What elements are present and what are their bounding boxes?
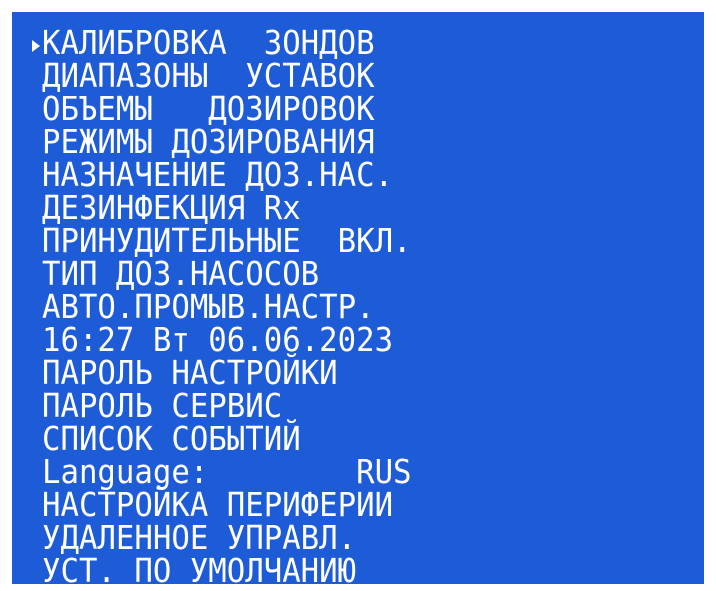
menu-item-language[interactable]: Language: RUS	[42, 455, 412, 488]
menu-cursor-icon	[32, 40, 40, 52]
menu-item-dosing-volumes[interactable]: ОБЪЕМЫ ДОЗИРОВОК	[42, 92, 412, 125]
menu-item-pump-type[interactable]: ТИП ДОЗ.НАСОСОВ	[42, 257, 412, 290]
menu-item-peripheral-settings[interactable]: НАСТРОЙКА ПЕРИФЕРИИ	[42, 488, 412, 521]
lcd-screen: КАЛИБРОВКА ЗОНДОВ ДИАПАЗОНЫ УСТАВОК ОБЪЕ…	[12, 12, 704, 584]
menu-item-probe-calibration[interactable]: КАЛИБРОВКА ЗОНДОВ	[42, 26, 412, 59]
menu-item-pump-assignment[interactable]: НАЗНАЧЕНИЕ ДОЗ.НАС.	[42, 158, 412, 191]
main-menu: КАЛИБРОВКА ЗОНДОВ ДИАПАЗОНЫ УСТАВОК ОБЪЕ…	[42, 26, 439, 584]
menu-item-event-list[interactable]: СПИСОК СОБЫТИЙ	[42, 422, 412, 455]
menu-item-factory-defaults[interactable]: УСТ. ПО УМОЛЧАНИЮ	[42, 554, 412, 584]
menu-item-dosing-modes[interactable]: РЕЖИМЫ ДОЗИРОВАНИЯ	[42, 125, 412, 158]
menu-item-date-time[interactable]: 16:27 Вт 06.06.2023	[42, 323, 412, 356]
menu-item-service-password[interactable]: ПАРОЛЬ СЕРВИС	[42, 389, 412, 422]
menu-item-remote-control[interactable]: УДАЛЕННОЕ УПРАВЛ.	[42, 521, 412, 554]
menu-item-forced-on[interactable]: ПРИНУДИТЕЛЬНЫЕ ВКЛ.	[42, 224, 412, 257]
menu-item-settings-password[interactable]: ПАРОЛЬ НАСТРОЙКИ	[42, 356, 412, 389]
menu-item-disinfection-rx[interactable]: ДЕЗИНФЕКЦИЯ Rx	[42, 191, 412, 224]
menu-item-setpoint-ranges[interactable]: ДИАПАЗОНЫ УСТАВОК	[42, 59, 412, 92]
menu-item-auto-flush-settings[interactable]: АВТО.ПРОМЫВ.НАСТР.	[42, 290, 412, 323]
